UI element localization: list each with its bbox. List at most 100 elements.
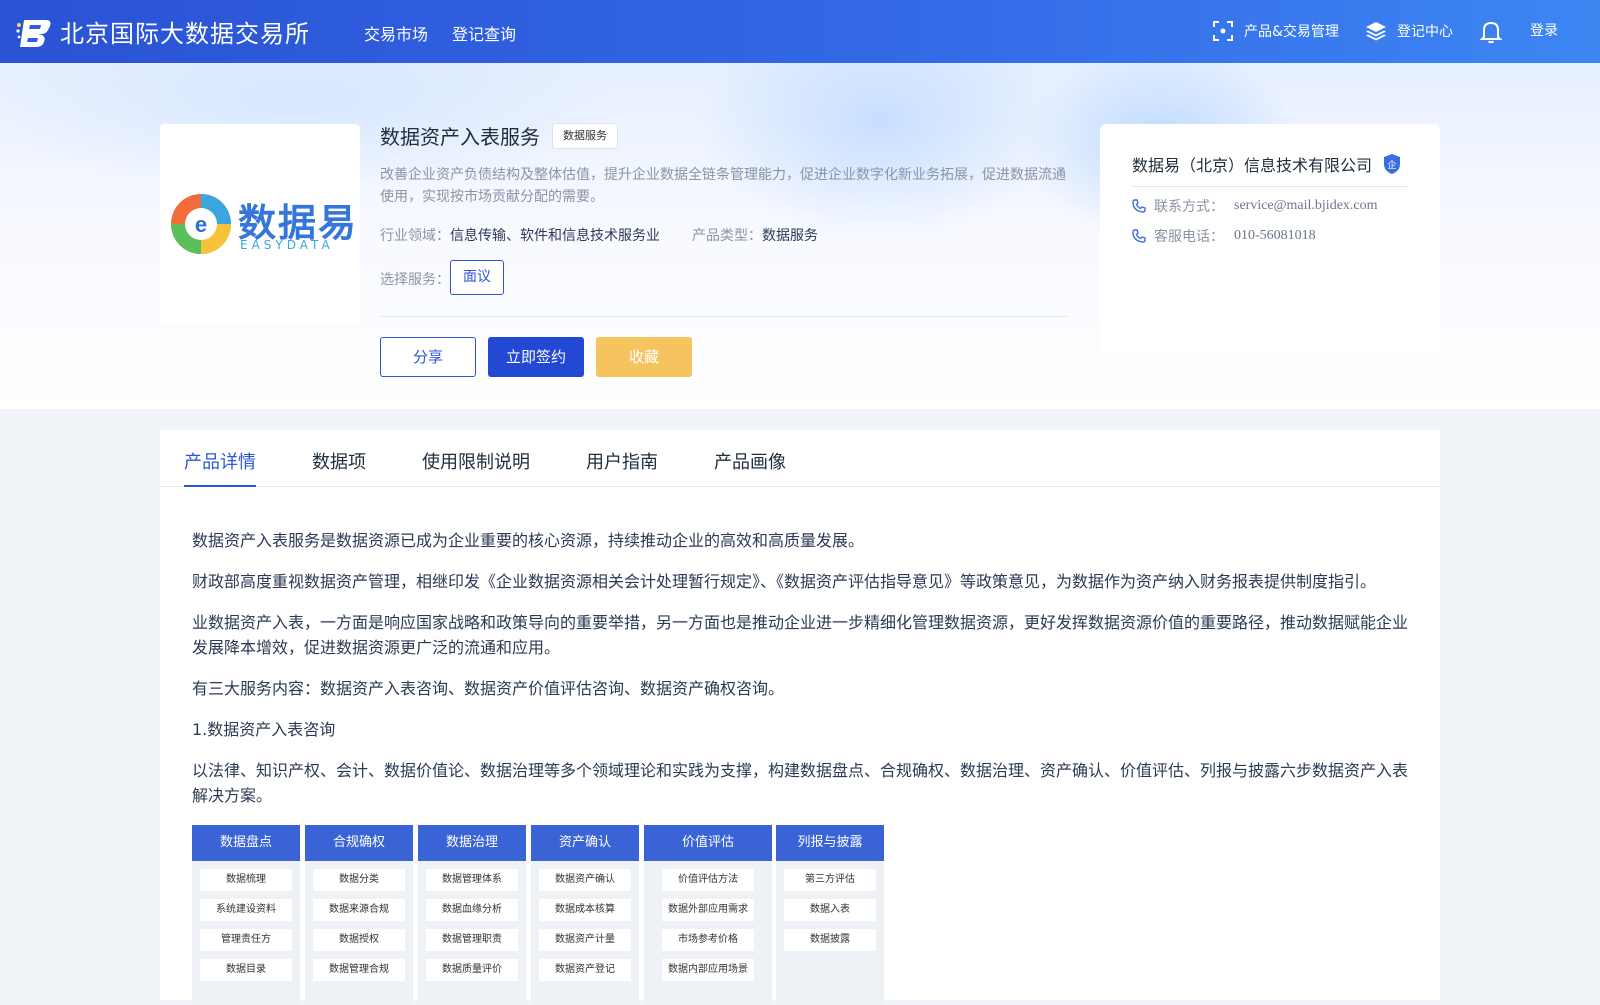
logo-subtext: EASYDATA (240, 238, 334, 252)
tab-data-items[interactable]: 数据项 (312, 448, 366, 474)
verified-badge-text: 企 (1387, 159, 1396, 171)
hero-divider (380, 316, 1068, 317)
step-column: 数据盘点 数据梳理 系统建设资料 管理责任方 数据目录 (192, 825, 300, 1005)
notification-bell[interactable] (1480, 20, 1502, 44)
step-column: 数据治理数据管理体系 数据血缘分析 数据管理职责 数据质量评价 (418, 825, 526, 1005)
nav-registry-query[interactable]: 登记查询 (452, 21, 516, 45)
industry-label: 行业领域： (380, 228, 450, 244)
step-title: 列报与披露 (776, 825, 884, 861)
step-item: 数据入表 (784, 899, 876, 921)
step-items: 数据管理体系 数据血缘分析 数据管理职责 数据质量评价 (418, 869, 526, 989)
site-title[interactable]: 北京国际大数据交易所 (60, 14, 310, 49)
step-title: 价值评估 (644, 825, 772, 861)
step-item: 数据资产登记 (539, 959, 631, 981)
step-item: 数据内部应用场景 (662, 959, 754, 981)
sign-now-button[interactable]: 立即签约 (488, 337, 584, 377)
step-item: 数据授权 (313, 929, 405, 951)
step-item: 数据分类 (313, 869, 405, 891)
step-title: 合规确权 (305, 825, 413, 861)
step-items: 第三方评估数据入表数据披露 (776, 869, 884, 959)
step-item: 数据血缘分析 (426, 899, 518, 921)
step-item: 系统建设资料 (200, 899, 292, 921)
detail-paragraph: 数据资产入表服务是数据资源已成为企业重要的核心资源，持续推动企业的高效和高质量发… (192, 531, 865, 550)
six-step-diagram: 数据盘点 数据梳理 系统建设资料 管理责任方 数据目录 合规确权 数据分类 数据来源合规 数据授… (192, 825, 892, 1005)
detail-paragraph: 以法律、知识产权、会计、数据价值论、数据治理等多个领域理论和实践为支撑，构建数据… (192, 761, 1409, 805)
step-item: 数据资产计量 (539, 929, 631, 951)
step-column: 价值评估价值评估方法 数据外部应用需求 市场参考价格 数据内部应用场景 (644, 825, 772, 1005)
step-item: 数据质量评价 (426, 959, 518, 981)
layers-icon (1366, 22, 1386, 41)
industry-value: 信息传输、软件和信息技术服务业 (450, 228, 660, 244)
step-title: 数据治理 (418, 825, 526, 861)
step-column: 资产确认数据资产确认 数据成本核算 数据资产计量 数据资产登记 (531, 825, 639, 1005)
step-item: 数据管理合规 (313, 959, 405, 981)
tab-usage-limits[interactable]: 使用限制说明 (422, 448, 530, 474)
service-option-negotiable[interactable]: 面议 (450, 260, 504, 295)
step-item: 数据成本核算 (539, 899, 631, 921)
step-column: 列报与披露第三方评估数据入表数据披露 (776, 825, 884, 1005)
verified-enterprise-icon: 企 (1384, 154, 1400, 174)
industry-field: 行业领域：信息传输、软件和信息技术服务业 (380, 225, 660, 245)
step-item: 数据外部应用需求 (662, 899, 754, 921)
active-tab-indicator (184, 485, 256, 487)
product-type-value: 数据服务 (762, 228, 818, 244)
login-link[interactable]: 登录 (1530, 20, 1558, 40)
step-item: 数据披露 (784, 929, 876, 951)
service-select-label: 选择服务： (380, 272, 450, 288)
favorite-button[interactable]: 收藏 (596, 337, 692, 377)
detail-tabs: 产品详情 数据项 使用限制说明 用户指南 产品画像 (160, 430, 1440, 487)
product-tag: 数据服务 (552, 123, 618, 149)
detail-paragraph: 1.数据资产入表咨询 (192, 720, 336, 739)
product-description: 改善企业资产负债结构及整体估值，提升企业数据全链条管理能力，促进企业数字化新业务… (380, 167, 1066, 205)
product-content-panel: 产品详情 数据项 使用限制说明 用户指南 产品画像 数据资产入表服务是数据资源已… (160, 430, 1440, 1005)
product-trade-mgmt-link[interactable]: 产品&交易管理 (1212, 20, 1339, 42)
phone-icon (1132, 229, 1146, 243)
bjidex-logo-icon[interactable] (16, 16, 52, 48)
company-divider (1132, 186, 1408, 187)
product-trade-mgmt-label: 产品&交易管理 (1244, 24, 1339, 40)
detail-paragraph: 财政部高度重视数据资产管理，相继印发《企业数据资源相关会计处理暂行规定》、《数据… (192, 572, 1377, 591)
bell-icon (1480, 21, 1502, 44)
phone-label: 客服电话： (1154, 229, 1224, 245)
step-item: 价值评估方法 (662, 869, 754, 891)
step-items: 数据资产确认 数据成本核算 数据资产计量 数据资产登记 (531, 869, 639, 989)
step-item: 数据资产确认 (539, 869, 631, 891)
contact-email[interactable]: service@mail.bjidex.com (1234, 198, 1378, 214)
company-name[interactable]: 数据易（北京）信息技术有限公司 (1132, 152, 1372, 176)
tab-product-profile[interactable]: 产品画像 (714, 448, 786, 474)
detail-paragraph: 业数据资产入表，一方面是响应国家战略和政策导向的重要举措，另一方面也是推动企业进… (192, 613, 1409, 657)
product-hero: e 数据易 EASYDATA 数据资产入表服务 数据服务 改善企业资产负债结构及… (0, 63, 1600, 409)
step-column: 合规确权数据分类数据来源合规 数据授权数据管理合规 (305, 825, 413, 1005)
step-items: 数据梳理 系统建设资料 管理责任方 数据目录 (192, 869, 300, 989)
company-card: 数据易（北京）信息技术有限公司 企 联系方式： service@mail.bji… (1100, 124, 1440, 354)
svg-text:e: e (195, 212, 207, 237)
step-item: 管理责任方 (200, 929, 292, 951)
tab-product-detail[interactable]: 产品详情 (184, 448, 256, 474)
step-item: 数据管理职责 (426, 929, 518, 951)
phone-value: 010-56081018 (1234, 228, 1316, 243)
step-item: 市场参考价格 (662, 929, 754, 951)
contact-label: 联系方式： (1154, 199, 1224, 215)
product-title: 数据资产入表服务 (380, 125, 540, 149)
tab-user-guide[interactable]: 用户指南 (586, 448, 658, 474)
scan-icon (1213, 21, 1233, 41)
step-item: 数据目录 (200, 959, 292, 981)
phone-icon (1132, 199, 1146, 213)
registry-center-link[interactable]: 登记中心 (1365, 20, 1453, 42)
step-item: 第三方评估 (784, 869, 876, 891)
step-title: 数据盘点 (192, 825, 300, 861)
product-type-label: 产品类型： (692, 228, 762, 244)
service-phone-row: 客服电话： 010-56081018 (1132, 226, 1316, 246)
product-type-field: 产品类型：数据服务 (692, 225, 818, 245)
detail-paragraph: 有三大服务内容：数据资产入表咨询、数据资产价值评估咨询、数据资产确权咨询。 (192, 679, 785, 698)
step-title: 资产确认 (531, 825, 639, 861)
nav-trading-market[interactable]: 交易市场 (364, 21, 428, 45)
product-logo-card: e 数据易 EASYDATA (160, 124, 360, 322)
contact-email-row: 联系方式： service@mail.bjidex.com (1132, 196, 1378, 216)
share-button[interactable]: 分享 (380, 337, 476, 377)
step-items: 价值评估方法 数据外部应用需求 市场参考价格 数据内部应用场景 (644, 869, 772, 989)
step-item: 数据管理体系 (426, 869, 518, 891)
top-navbar: 北京国际大数据交易所 交易市场 登记查询 产品&交易管理 登记中心 登录 (0, 0, 1600, 63)
step-item: 数据来源合规 (313, 899, 405, 921)
step-items: 数据分类数据来源合规 数据授权数据管理合规 (305, 869, 413, 989)
